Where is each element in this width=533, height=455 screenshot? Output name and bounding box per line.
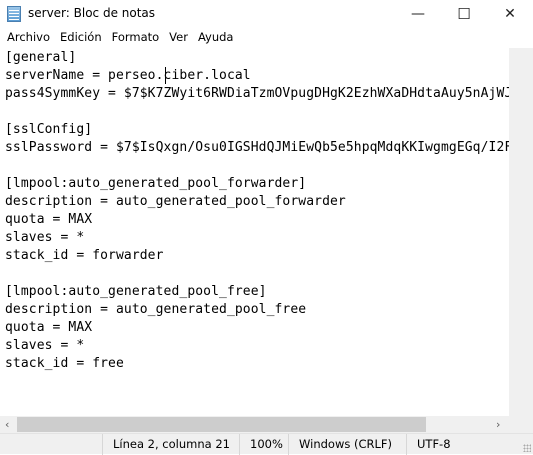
notepad-icon [7,6,21,22]
status-position: Línea 2, columna 21 [102,434,230,455]
menu-bar: Archivo Edición Formato Ver Ayuda [0,28,533,48]
menu-archivo[interactable]: Archivo [3,28,54,48]
text-line: stack_id = free [5,356,124,371]
resize-grip-icon[interactable] [523,444,531,452]
text-line: [lmpool:auto_generated_pool_free] [5,284,267,299]
text-line: sslPassword = $7$IsQxgn/Osu0IGSHdQJMiEwQ… [5,140,509,155]
text-line: serverName = perseo.ciber.local [5,68,251,83]
text-line: [lmpool:auto_generated_pool_forwarder] [5,176,307,191]
close-button[interactable]: ✕ [487,0,533,28]
horizontal-scroll-thumb[interactable] [17,417,426,432]
text-line: quota = MAX [5,212,93,227]
horizontal-scrollbar[interactable]: ‹ › [0,416,509,433]
scrollbar-corner [509,416,533,433]
text-line: [general] [5,50,77,65]
menu-formato[interactable]: Formato [108,28,164,48]
status-bar: Línea 2, columna 21 100% Windows (CRLF) … [0,433,533,455]
scroll-right-arrow-icon[interactable]: › [496,416,500,433]
text-line: [sslConfig] [5,122,93,137]
text-line: slaves = * [5,230,85,245]
maximize-button[interactable]: ☐ [441,0,487,28]
text-line: slaves = * [5,338,85,353]
scroll-left-arrow-icon[interactable]: ‹ [5,416,9,433]
window-title: server: Bloc de notas [28,6,156,20]
status-zoom: 100% [239,434,283,455]
text-line: description = auto_generated_pool_forwar… [5,194,346,209]
menu-edicion[interactable]: Edición [56,28,106,48]
text-editor[interactable]: [general] serverName = perseo.ciber.local… [0,48,509,416]
text-line: pass4SymmKey = $7$K7ZWyit6RWDiaTzmOVpugD… [5,86,509,101]
minimize-button[interactable]: — [395,0,441,28]
status-line-endings: Windows (CRLF) [288,434,392,455]
status-encoding: UTF-8 [406,434,451,455]
vertical-scrollbar[interactable] [509,48,533,416]
menu-ver[interactable]: Ver [165,28,192,48]
text-line: quota = MAX [5,320,93,335]
menu-ayuda[interactable]: Ayuda [194,28,238,48]
text-line: stack_id = forwarder [5,248,164,263]
text-line: description = auto_generated_pool_free [5,302,307,317]
title-bar: server: Bloc de notas — ☐ ✕ [0,0,533,28]
